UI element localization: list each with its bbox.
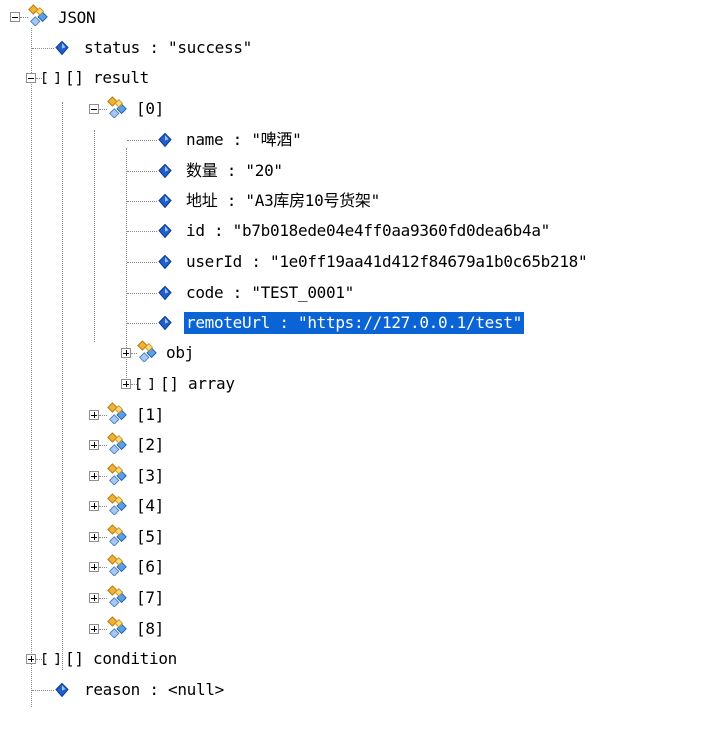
value-node-icon — [157, 132, 173, 148]
object-node-icon — [106, 463, 128, 485]
object-node-icon — [27, 4, 49, 26]
array-node-icon — [42, 70, 60, 86]
expand-toggle[interactable] — [89, 471, 99, 481]
tree-node-label: 数量 : "20" — [186, 161, 283, 180]
tree-node-label: [6] — [136, 557, 164, 576]
object-node-icon — [106, 616, 128, 638]
tree-node-label: name : "啤酒" — [186, 130, 302, 149]
tree-node-label: userId : "1e0ff19aa41d412f84679a1b0c65b2… — [186, 252, 588, 271]
expand-toggle[interactable] — [89, 501, 99, 511]
collapse-toggle[interactable] — [26, 73, 36, 83]
expand-toggle[interactable] — [121, 348, 131, 358]
tree-node-label: [] condition — [65, 649, 177, 668]
tree-node-label: [8] — [136, 619, 164, 638]
object-node-icon — [106, 493, 128, 515]
object-node-icon — [106, 402, 128, 424]
tree-node-label: reason : <null> — [84, 680, 224, 699]
tree-node-label: [5] — [136, 527, 164, 546]
array-node-icon — [136, 376, 154, 392]
object-node-icon — [136, 340, 158, 362]
tree-node-label: status : "success" — [84, 38, 252, 57]
value-node-icon — [157, 315, 173, 331]
tree-node-label: [0] — [136, 99, 164, 118]
expand-toggle[interactable] — [89, 532, 99, 542]
value-node-icon — [157, 285, 173, 301]
tree-node-label: [] array — [160, 374, 235, 393]
value-node-icon — [157, 193, 173, 209]
array-node-icon — [42, 651, 60, 667]
object-node-icon — [106, 554, 128, 576]
tree-node-label: [2] — [136, 435, 164, 454]
collapse-toggle[interactable] — [10, 12, 20, 22]
json-tree-view[interactable]: JSON status : "success" [] result [0] na… — [0, 0, 712, 740]
tree-node-label: 地址 : "A3库房10号货架" — [186, 191, 380, 210]
value-node-icon — [157, 254, 173, 270]
object-node-icon — [106, 524, 128, 546]
value-node-icon — [54, 40, 70, 56]
tree-node-label: [1] — [136, 405, 164, 424]
tree-node-label: [] result — [65, 68, 149, 87]
expand-toggle[interactable] — [89, 593, 99, 603]
expand-toggle[interactable] — [89, 410, 99, 420]
object-node-icon — [106, 432, 128, 454]
tree-node-label: id : "b7b018ede04e4ff0aa9360fd0dea6b4a" — [186, 221, 550, 240]
tree-node-label: [4] — [136, 496, 164, 515]
expand-toggle[interactable] — [121, 379, 131, 389]
expand-toggle[interactable] — [89, 562, 99, 572]
value-node-icon — [157, 163, 173, 179]
tree-node-label: [7] — [136, 588, 164, 607]
expand-toggle[interactable] — [89, 624, 99, 634]
tree-node-label: obj — [166, 343, 194, 362]
tree-node-label: [3] — [136, 466, 164, 485]
tree-node-label: remoteUrl : "https://127.0.0.1/test" — [184, 312, 524, 334]
tree-node-label: code : "TEST_0001" — [186, 283, 354, 302]
object-node-icon — [106, 96, 128, 118]
collapse-toggle[interactable] — [89, 104, 99, 114]
tree-node-label: JSON — [58, 8, 96, 27]
value-node-icon — [54, 682, 70, 698]
expand-toggle[interactable] — [89, 440, 99, 450]
object-node-icon — [106, 585, 128, 607]
expand-toggle[interactable] — [26, 654, 36, 664]
value-node-icon — [157, 223, 173, 239]
